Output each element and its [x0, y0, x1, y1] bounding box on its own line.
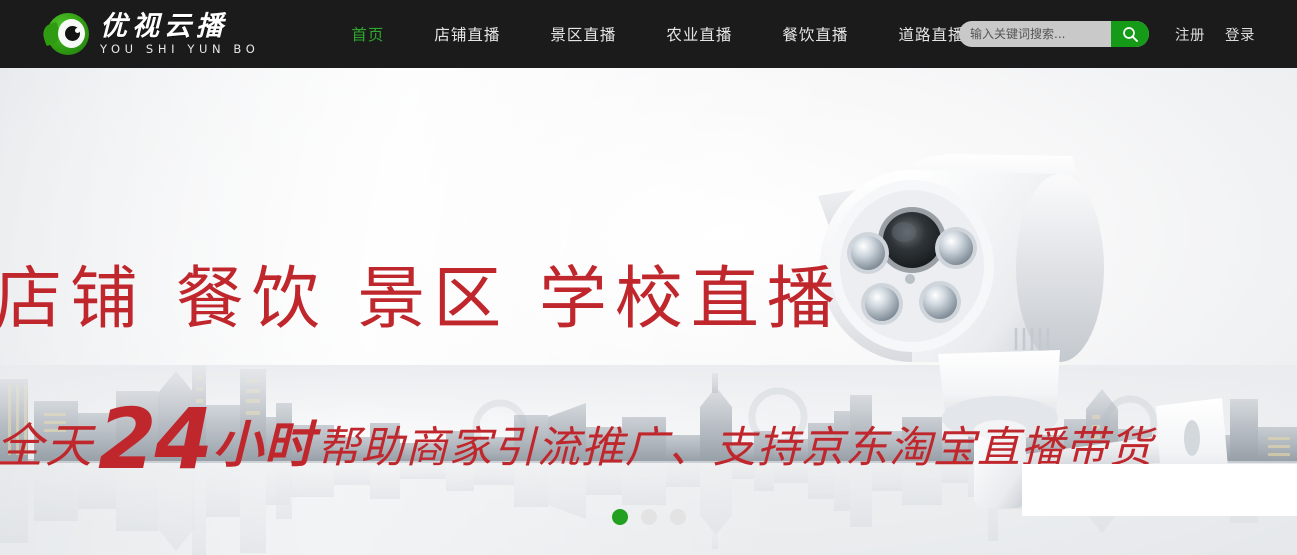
eye-logo-icon	[40, 11, 91, 57]
subline-number: 24	[98, 390, 213, 488]
hero-subline: 全天 24 小时 帮助商家引流推广、支持京东淘宝直播带货	[0, 390, 1153, 488]
subline-prefix: 全天	[0, 419, 94, 474]
nav-item-road-live[interactable]: 道路直播	[898, 23, 964, 45]
search-input[interactable]	[959, 21, 1111, 47]
subline-unit: 小时	[212, 416, 315, 474]
header-right-group: 注册 登录	[959, 0, 1297, 68]
nav-item-dining-live[interactable]: 餐饮直播	[782, 23, 848, 45]
hero-headline: 店铺 餐饮 景区 学校直播	[0, 260, 843, 339]
carousel-dots	[0, 509, 1297, 525]
site-header: 优视云播 YOU SHI YUN BO 首页 店铺直播 景区直播 农业直播 餐饮…	[0, 0, 1297, 68]
homepage: 优视云播 YOU SHI YUN BO 首页 店铺直播 景区直播 农业直播 餐饮…	[0, 0, 1297, 555]
logo-title-cn: 优视云播	[100, 10, 228, 41]
site-logo[interactable]: 优视云播 YOU SHI YUN BO	[40, 10, 260, 57]
nav-item-shop-live[interactable]: 店铺直播	[434, 23, 500, 45]
register-link[interactable]: 注册	[1175, 24, 1205, 45]
carousel-dot-2[interactable]	[640, 509, 657, 525]
nav-item-scenic-live[interactable]: 景区直播	[550, 23, 616, 45]
login-link[interactable]: 登录	[1225, 24, 1255, 45]
nav-item-agri-live[interactable]: 农业直播	[666, 23, 732, 45]
carousel-dot-3[interactable]	[669, 509, 686, 525]
auth-links: 注册 登录	[1175, 24, 1255, 45]
hero-banner: 店铺 餐饮 景区 学校直播 全天 24 小时 帮助商家引流推广、支持京东淘宝直播…	[0, 68, 1297, 555]
logo-title-en: YOU SHI YUN BO	[100, 42, 260, 57]
carousel-dot-1[interactable]	[611, 509, 628, 525]
search-icon	[1122, 26, 1139, 43]
logo-text: 优视云播 YOU SHI YUN BO	[100, 10, 260, 57]
search-box[interactable]	[959, 21, 1149, 47]
nav-item-home[interactable]: 首页	[351, 23, 384, 45]
search-button[interactable]	[1111, 21, 1149, 47]
main-navigation: 首页 店铺直播 景区直播 农业直播 餐饮直播 道路直播	[351, 23, 964, 45]
